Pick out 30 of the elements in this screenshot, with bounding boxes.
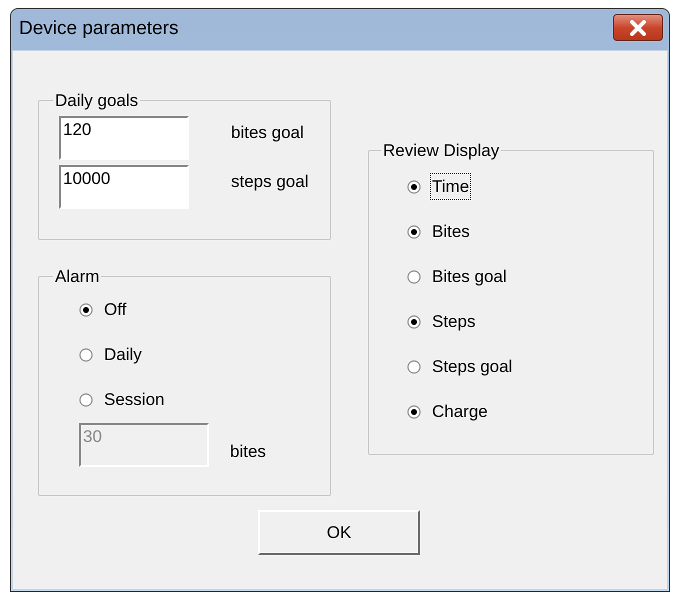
field-label: bites goal [231,122,304,144]
radio-button[interactable] [407,404,421,418]
option-label: Steps [431,310,476,333]
group-title: Review Display [382,140,500,162]
group-title: Daily goals [54,90,140,112]
option-label: Session [103,388,166,411]
option-label: Bites goal [431,266,508,288]
ok-button[interactable]: OK [258,510,420,555]
field-label: steps goal [231,170,308,193]
option-label: Off [103,298,128,321]
option-label: Time [431,174,470,200]
group-title: Alarm [54,266,100,288]
radio-button[interactable] [407,270,421,284]
radio-button[interactable] [79,392,93,406]
radio-button[interactable] [407,360,421,374]
input-field[interactable]: 10000 [59,164,189,208]
radio-button[interactable] [407,224,421,238]
close-icon [629,20,647,36]
close-button[interactable] [613,14,663,41]
option-label: Bites [431,220,471,243]
radio-button[interactable] [79,348,93,362]
radio-button[interactable] [407,180,421,194]
option-label: Charge [431,400,489,423]
window-title: Device parameters [19,17,178,42]
option-label: Steps goal [431,356,514,378]
field-label: bites [230,440,266,463]
radio-button[interactable] [407,314,421,328]
radio-button[interactable] [79,302,93,316]
input-field[interactable]: 120 [59,116,189,160]
option-label: Daily [103,344,143,366]
